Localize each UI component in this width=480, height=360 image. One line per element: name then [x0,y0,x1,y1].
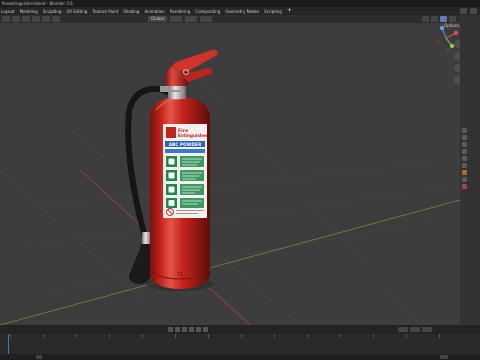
valve-neck [168,86,186,99]
proportional-edit-toggle[interactable] [199,16,212,22]
jump-end-button[interactable] [203,327,208,332]
play-reverse-button[interactable] [182,327,187,332]
tab-world[interactable] [462,163,467,168]
view-layer-selector-button[interactable] [470,8,477,14]
status-bar [0,354,480,360]
workspace-tab-scripting[interactable]: Scripting [264,9,282,14]
tab-tool[interactable] [462,128,467,133]
viewport-grid [0,79,460,325]
window-title: fireextinguisher.blend - Blender 3.6 [2,1,73,6]
start-frame-field[interactable] [410,327,420,332]
workspace-tab-modeling[interactable]: Modeling [20,9,38,14]
nozzle [128,244,153,284]
properties-tabs [462,128,467,189]
timeline-ruler [0,334,480,340]
extinguisher-label: Fire Extinguisher ABC POWDER [163,124,209,218]
tab-modifiers[interactable] [462,177,467,182]
xray-toggle[interactable] [431,16,438,22]
overlay-toggle[interactable] [422,16,429,22]
tab-material[interactable] [462,184,467,189]
timeline-tick [76,334,77,338]
add-workspace-button[interactable]: + [287,7,292,15]
object-menu-button[interactable] [52,16,60,22]
timeline-tick [175,334,176,338]
timeline-tick [109,334,110,338]
workspace-tab-animation[interactable]: Animation [144,9,164,14]
playhead[interactable] [8,334,9,354]
frame-range [398,327,432,332]
workspace-tab-geometry-nodes[interactable]: Geometry Nodes [225,9,259,14]
timeline-tick [43,334,44,338]
timeline-tick [307,334,308,338]
material-preview-button[interactable] [449,16,456,22]
workspace-tab-rendering[interactable]: Rendering [170,9,190,14]
status-mouse-hint [36,355,42,359]
tab-output[interactable] [462,142,467,147]
snap-toggle[interactable] [184,16,197,22]
play-button[interactable] [189,327,194,332]
timeline-tick [10,334,11,338]
workspace-tabs-bar: Layout Modeling Sculpting UV Editing Texture… [0,7,480,15]
playback-controls [168,327,208,332]
next-keyframe-button[interactable] [196,327,201,332]
current-frame-field[interactable] [398,327,408,332]
tab-render[interactable] [462,135,467,140]
prev-keyframe-button[interactable] [175,327,180,332]
timeline-tick [439,334,440,338]
view-menu-button[interactable] [22,16,30,22]
workspace-tab-uv-editing[interactable]: UV Editing [67,9,88,14]
label-agent: ABC POWDER [169,142,202,148]
workspace-tab-compositing[interactable]: Compositing [195,9,220,14]
scene-selector-button[interactable] [460,8,467,14]
workspace-tab-layout[interactable]: Layout [1,9,15,14]
workspace-tab-shading[interactable]: Shading [123,9,139,14]
tab-scene[interactable] [462,156,467,161]
timeline-tick [406,334,407,338]
title-bar: fireextinguisher.blend - Blender 3.6 [0,0,480,7]
tab-object[interactable] [462,170,467,175]
object-mode-button[interactable] [12,16,20,22]
transform-orientation-dropdown[interactable]: Global [148,16,167,22]
select-menu-button[interactable] [32,16,40,22]
label-brand-line2: Extinguisher [178,133,209,138]
solid-shading-button[interactable] [440,16,447,22]
pivot-dropdown[interactable] [169,16,182,22]
hose-coupling [142,232,151,244]
end-frame-field[interactable] [422,327,432,332]
jump-start-button[interactable] [168,327,173,332]
timeline-tick [208,334,209,338]
tab-view-layer[interactable] [462,149,467,154]
viewport-3d[interactable]: Fire Extinguisher ABC POWDER [0,23,460,325]
workspace-tab-texture-paint[interactable]: Texture Paint [92,9,118,14]
timeline-tick [142,334,143,338]
timeline-tick [373,334,374,338]
add-menu-button[interactable] [42,16,50,22]
timeline-tick [340,334,341,338]
editor-type-button[interactable] [2,16,10,22]
workspace-tab-sculpting[interactable]: Sculpting [43,9,62,14]
viewport-header: Global [0,15,460,23]
timeline-tick [241,334,242,338]
status-version-info [440,355,448,359]
timeline-tick [274,334,275,338]
